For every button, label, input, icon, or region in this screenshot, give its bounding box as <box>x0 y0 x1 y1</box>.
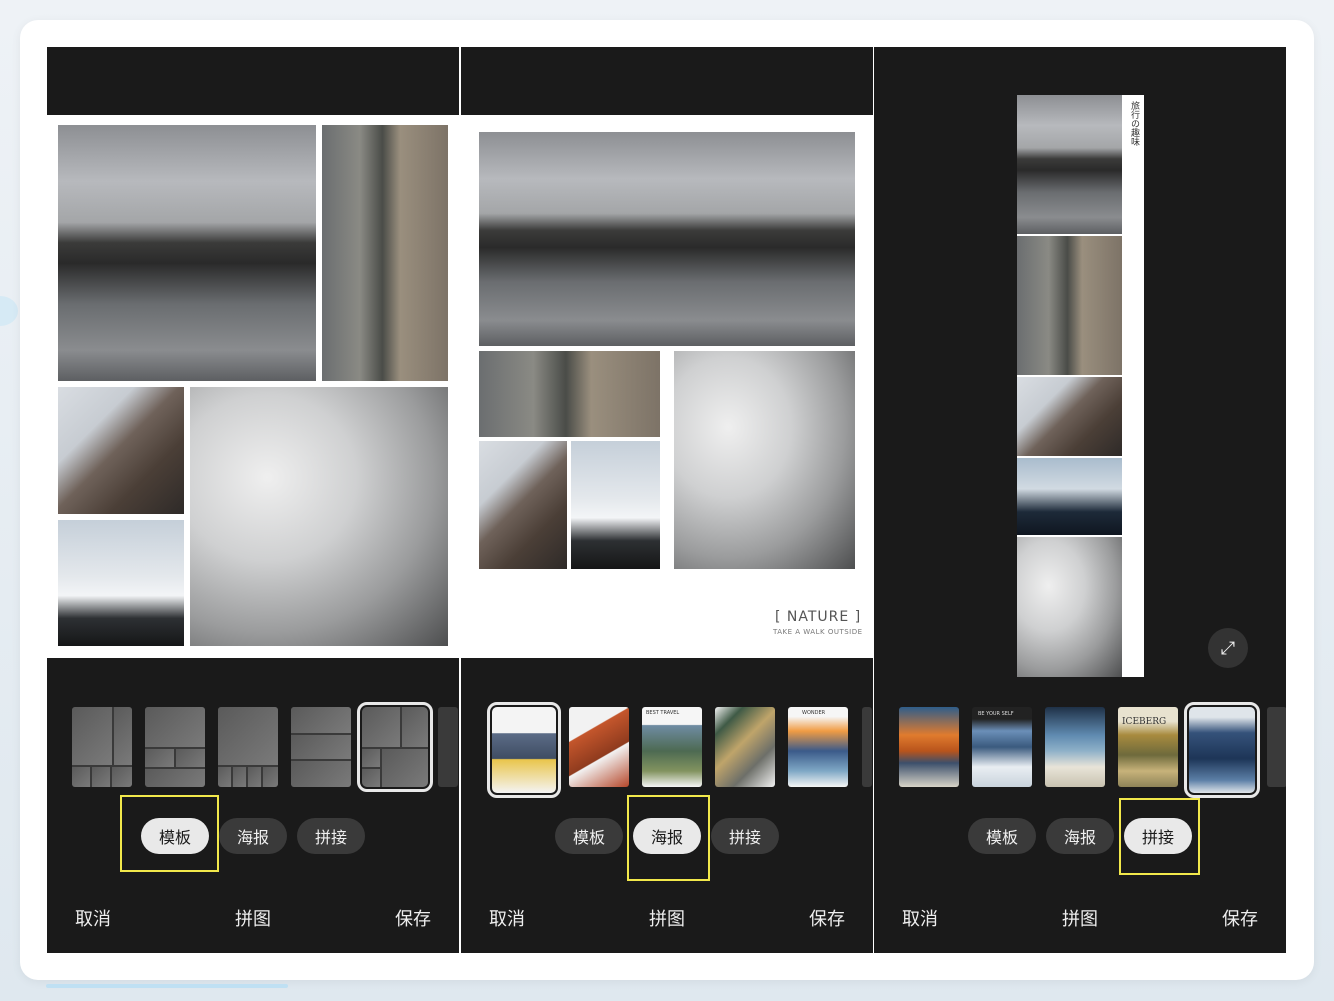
cancel-button[interactable]: 取消 <box>489 905 525 931</box>
highlight-box <box>627 795 710 881</box>
screen-title: 拼图 <box>235 909 271 930</box>
save-button[interactable]: 保存 <box>1222 905 1258 931</box>
tab-stitch[interactable]: 拼接 <box>711 818 779 854</box>
poster-thumb[interactable] <box>569 707 629 787</box>
template-thumb[interactable] <box>145 707 205 787</box>
collage-photo[interactable] <box>58 125 316 381</box>
stitch-thumb[interactable] <box>1045 707 1105 787</box>
screen-title: 拼图 <box>1062 909 1098 930</box>
template-thumb[interactable] <box>291 707 351 787</box>
thumb-label: BE YOUR SELF <box>978 711 1014 717</box>
save-button[interactable]: 保存 <box>395 905 431 931</box>
tab-poster[interactable]: 海报 <box>1046 818 1114 854</box>
stitch-photo[interactable] <box>1017 95 1122 234</box>
thumb-label: WONDER <box>802 710 826 716</box>
stitch-thumb[interactable] <box>1267 707 1286 787</box>
stitch-thumb-selected[interactable] <box>1184 702 1260 798</box>
stitch-thumb[interactable]: BE YOUR SELF <box>972 707 1032 787</box>
poster-photo[interactable] <box>571 441 660 569</box>
poster-thumb[interactable] <box>715 707 775 787</box>
vertical-caption: 旅行の趣味 <box>1129 101 1139 146</box>
cancel-button[interactable]: 取消 <box>902 905 938 931</box>
poster-title: [ NATURE ] <box>775 609 862 625</box>
tab-poster[interactable]: 海报 <box>219 818 287 854</box>
template-thumb[interactable] <box>438 707 458 787</box>
tab-template[interactable]: 模板 <box>555 818 623 854</box>
background-decoration <box>0 296 18 326</box>
template-thumb[interactable] <box>218 707 278 787</box>
stitch-photo[interactable] <box>1017 537 1122 677</box>
poster-photo[interactable] <box>479 351 660 437</box>
template-thumb[interactable] <box>72 707 132 787</box>
poster-photo[interactable] <box>479 441 567 569</box>
stitch-thumb[interactable] <box>899 707 959 787</box>
poster-photo[interactable] <box>479 132 855 346</box>
stitch-photo[interactable] <box>1017 458 1122 535</box>
expand-icon[interactable]: ⤢ <box>1208 628 1248 668</box>
tab-stitch[interactable]: 拼接 <box>297 818 365 854</box>
poster-photo[interactable] <box>674 351 855 569</box>
stitch-photo[interactable] <box>1017 377 1122 456</box>
collage-photo[interactable] <box>190 387 448 646</box>
top-bar <box>461 47 873 115</box>
thumb-label: BEST TRAVEL <box>646 710 680 716</box>
phone-screen-template: 模板 海报 拼接 取消 拼图 保存 <box>47 47 459 953</box>
phone-screen-stitch: 旅行の趣味 ⤢ BE YOUR SELF ICEBERG 模板 海报 拼接 取消… <box>874 47 1286 953</box>
highlight-box <box>120 795 219 872</box>
top-bar <box>47 47 459 115</box>
screen-title: 拼图 <box>649 909 685 930</box>
tab-template[interactable]: 模板 <box>968 818 1036 854</box>
collage-photo[interactable] <box>58 387 184 514</box>
thumb-label: ICEBERG <box>1122 717 1167 727</box>
template-thumb-selected[interactable] <box>357 702 433 792</box>
poster-thumb[interactable]: WONDER <box>788 707 848 787</box>
stitch-thumb[interactable]: ICEBERG <box>1118 707 1178 787</box>
poster-thumb[interactable]: BEST TRAVEL <box>642 707 702 787</box>
save-button[interactable]: 保存 <box>809 905 845 931</box>
phone-screen-poster: [ NATURE ] TAKE A WALK OUTSIDE BEST TRAV… <box>461 47 873 953</box>
poster-thumb[interactable] <box>862 707 872 787</box>
poster-thumb-selected[interactable] <box>487 702 561 798</box>
collage-photo[interactable] <box>58 520 184 646</box>
cancel-button[interactable]: 取消 <box>75 905 111 931</box>
poster-subtitle: TAKE A WALK OUTSIDE <box>773 628 863 636</box>
collage-photo[interactable] <box>322 125 448 381</box>
stitch-photo[interactable] <box>1017 236 1122 375</box>
scroll-indicator <box>46 984 288 988</box>
highlight-box <box>1119 798 1200 875</box>
